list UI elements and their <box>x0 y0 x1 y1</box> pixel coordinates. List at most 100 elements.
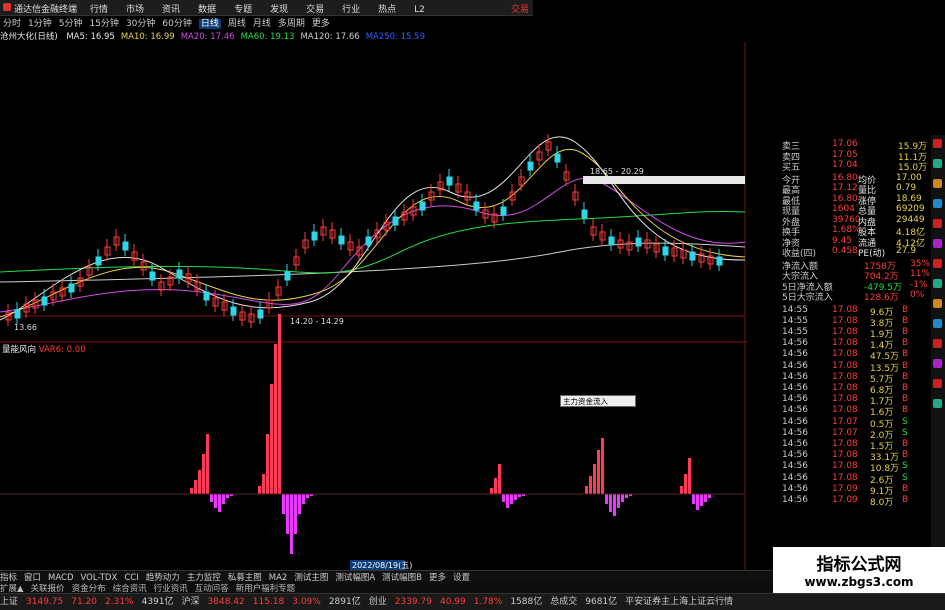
candle-body <box>716 256 723 266</box>
stat-row: 最低 16.80 涨停 18.69 <box>748 194 928 207</box>
menu-item[interactable]: 专题 <box>234 5 252 15</box>
ask-price: 17.06 <box>832 139 858 149</box>
flow-value: 128.6万 <box>864 293 899 303</box>
period-tab[interactable]: 15分钟 <box>89 19 118 29</box>
outflow-bar <box>696 494 699 510</box>
tick-side: B <box>902 349 909 360</box>
stat-row: 净资 9.45 流通 4.12亿 <box>748 236 928 249</box>
sidebar-tool-icon[interactable] <box>933 219 942 228</box>
tick-price: 17.08 <box>832 405 858 416</box>
tick-time: 14:56 <box>782 461 808 472</box>
candle-body <box>95 256 102 266</box>
outflow-bar <box>506 494 509 508</box>
status-item: 3.09% <box>292 597 321 607</box>
menu-item[interactable]: 数据 <box>198 5 216 15</box>
inflow-bar <box>494 478 497 494</box>
period-tab[interactable]: 更多 <box>312 19 330 29</box>
tick-price: 17.08 <box>832 360 858 371</box>
indicator-value: VAR6: 0.00 <box>38 345 86 355</box>
flow-pct: -1% <box>910 279 928 290</box>
menu-item[interactable]: 行业 <box>342 5 360 15</box>
status-item: 71.20 <box>71 597 97 607</box>
stat-label: 收益(四) <box>782 249 817 259</box>
inflow-bar <box>601 438 604 494</box>
status-item: 2891亿 <box>328 597 361 607</box>
ask-row: 卖三 17.06 15.9万 <box>748 139 928 152</box>
tick-row: 14:55 17.08 9.6万 B <box>748 304 928 318</box>
tick-price: 17.07 <box>832 416 858 427</box>
period-tab[interactable]: 日线 <box>198 19 221 29</box>
tick-time: 14:56 <box>782 472 808 483</box>
menu-item[interactable]: L2 <box>414 5 425 15</box>
status-item: 2339.79 <box>394 597 432 607</box>
period-tab[interactable]: 周线 <box>228 19 246 29</box>
watermark: 指标公式网 www.zbgs3.com <box>773 547 945 593</box>
tick-row: 14:56 17.08 33.1万 B <box>748 450 928 463</box>
outflow-bar <box>514 494 517 500</box>
outflow-bar <box>210 494 213 502</box>
tick-side: B <box>902 326 909 337</box>
watermark-line2: www.zbgs3.com <box>804 575 914 589</box>
period-tab[interactable]: 60分钟 <box>162 19 191 29</box>
candle-body <box>635 237 642 247</box>
tick-price: 17.08 <box>832 394 858 405</box>
sidebar-tool-icon[interactable] <box>933 179 942 188</box>
tick-side: B <box>902 483 909 494</box>
menu-item[interactable]: 行情 <box>90 5 108 15</box>
outflow-bar <box>290 494 293 554</box>
period-tab[interactable]: 分时 <box>3 19 21 29</box>
flow-pct: 0% <box>910 290 925 300</box>
tick-row: 14:56 17.08 1.4万 B <box>748 338 928 351</box>
sidebar-tool-icon[interactable] <box>933 399 942 408</box>
ask-label: 买五 <box>782 163 801 173</box>
period-tab[interactable]: 月线 <box>253 19 271 29</box>
sidebar-tool-icon[interactable] <box>933 159 942 168</box>
app-logo-icon <box>3 3 11 11</box>
menu-item[interactable]: 热点 <box>378 5 396 15</box>
sidebar-tool-icon[interactable] <box>933 199 942 208</box>
status-item: 2.31% <box>105 597 134 607</box>
stat-row: 最高 17.12 量比 0.79 <box>748 183 928 196</box>
tick-row: 14:56 17.09 9.1万 B <box>748 483 928 497</box>
menu-item[interactable]: 交易 <box>306 5 324 15</box>
tick-price: 17.08 <box>832 450 858 461</box>
outflow-bar <box>282 494 285 514</box>
menu-item[interactable]: 市场 <box>126 5 144 15</box>
sidebar-tool-icon[interactable] <box>933 139 942 148</box>
sidebar-tool-icon[interactable] <box>933 239 942 248</box>
range-label: 14.20 - 14.29 <box>290 317 344 326</box>
sidebar-tool-icon[interactable] <box>933 259 942 268</box>
sidebar-tool-icon[interactable] <box>933 359 942 368</box>
kline-chart[interactable]: 21.8621.0020.0019.0018.0017.0016.0015.00… <box>0 42 748 570</box>
tick-row: 14:56 17.08 47.5万 B <box>748 349 928 362</box>
tick-row: 14:56 17.08 5.7万 B <box>748 371 928 385</box>
candle-body <box>392 216 399 226</box>
candle-body <box>68 283 75 293</box>
popup-label[interactable]: 主力资金流入 <box>560 395 636 407</box>
low-price-label: 13.66 <box>14 323 37 332</box>
outflow-bar <box>708 494 711 498</box>
flow-row: 净流入额 1758万 35% <box>748 259 930 272</box>
period-tab[interactable]: 1分钟 <box>28 19 52 29</box>
candle-body <box>365 236 372 246</box>
period-tab[interactable]: 多周期 <box>278 19 305 29</box>
outflow-bar <box>226 494 229 498</box>
sidebar-tool-icon[interactable] <box>933 339 942 348</box>
flow-row: 5日净流入额 -479.5万 -1% <box>748 279 928 293</box>
stat-value-2: 17.00 <box>896 172 922 183</box>
sidebar-tool-icon[interactable] <box>933 279 942 288</box>
tick-side: B <box>902 371 909 382</box>
tick-price: 17.08 <box>832 304 858 315</box>
period-tab[interactable]: 5分钟 <box>59 19 83 29</box>
inflow-bar <box>274 344 277 494</box>
trade-link[interactable]: 交易 <box>511 2 529 15</box>
candle-body <box>41 296 48 306</box>
candle-body <box>446 176 453 186</box>
candle-body <box>122 241 129 251</box>
period-tab[interactable]: 30分钟 <box>126 19 155 29</box>
sidebar-tool-icon[interactable] <box>933 299 942 308</box>
sidebar-tool-icon[interactable] <box>933 379 942 388</box>
menu-item[interactable]: 资讯 <box>162 5 180 15</box>
sidebar-tool-icon[interactable] <box>933 319 942 328</box>
menu-item[interactable]: 发现 <box>270 5 288 15</box>
